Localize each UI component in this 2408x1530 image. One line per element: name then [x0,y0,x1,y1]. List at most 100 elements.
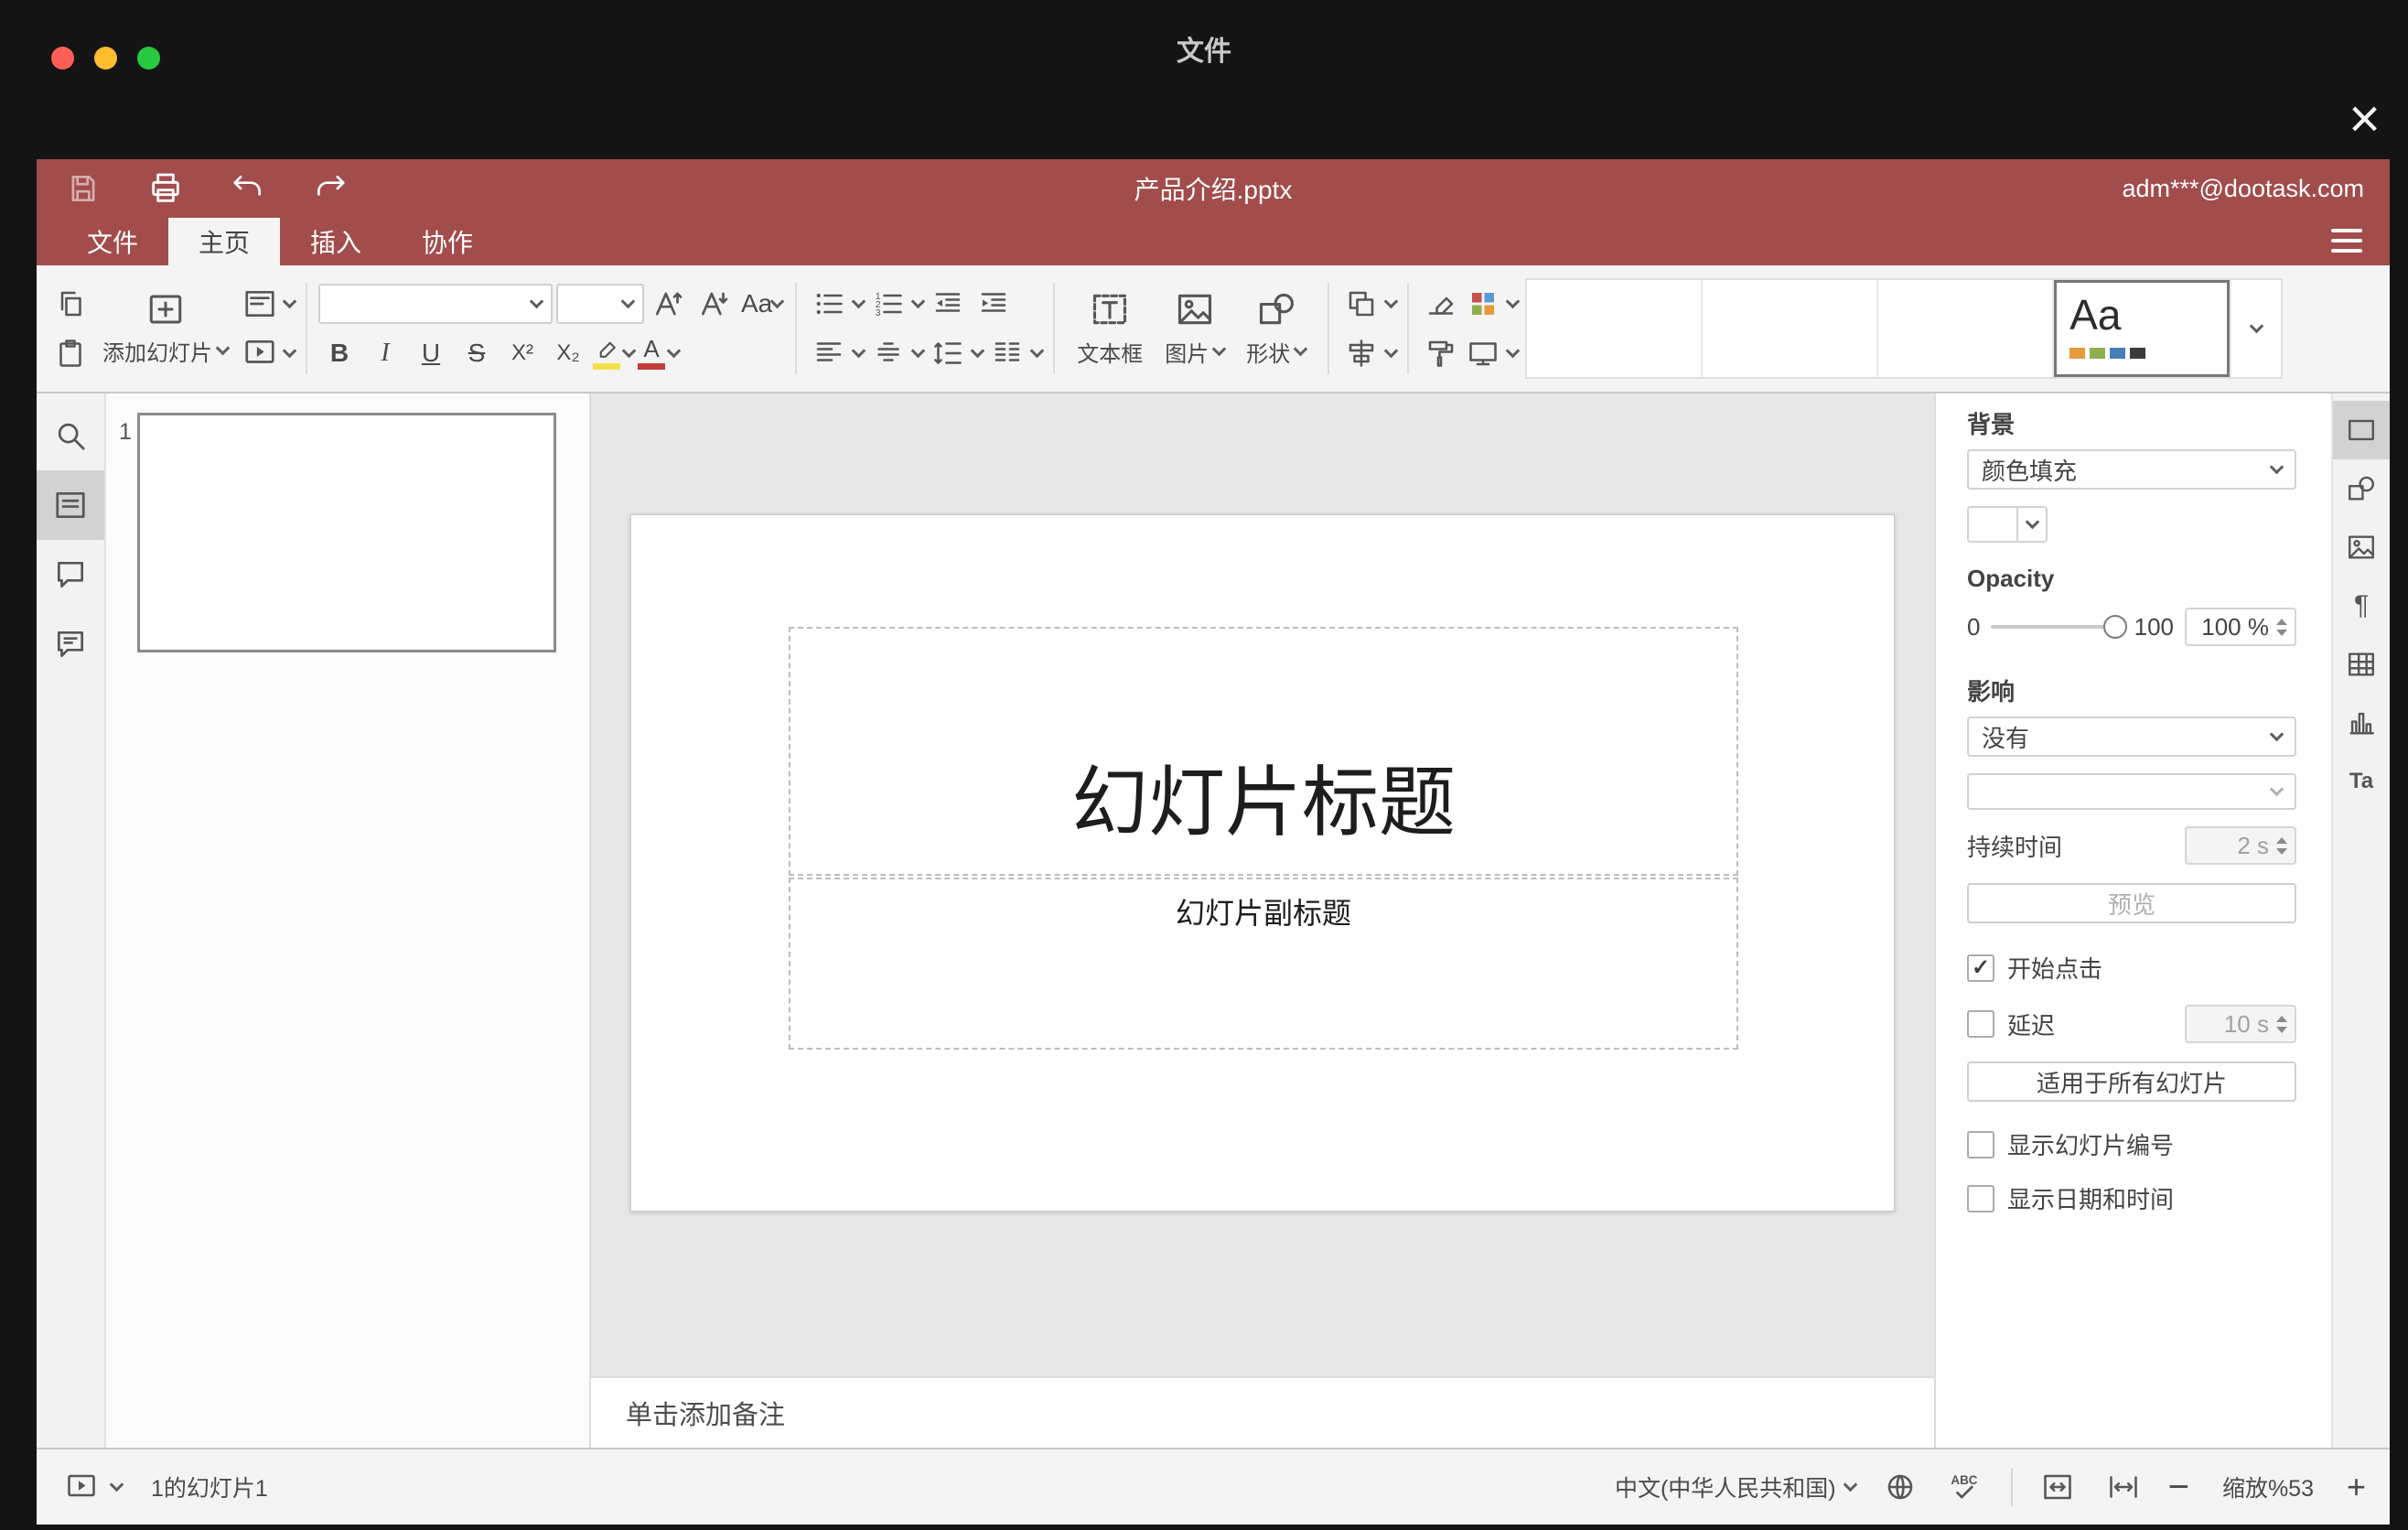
font-size-select[interactable] [556,284,644,324]
superscript-button[interactable]: X² [501,332,543,374]
increase-indent-button[interactable] [973,283,1015,325]
strikethrough-button[interactable]: S [456,332,498,374]
zoom-window-button[interactable] [137,47,160,70]
start-slideshow-statusbar-button[interactable] [60,1466,102,1508]
highlight-color-button[interactable] [593,332,637,374]
minimize-window-button[interactable] [94,47,117,70]
table-settings-button[interactable] [2333,635,2390,694]
chevron-down-icon[interactable] [282,294,297,308]
spinner-arrows[interactable] [2276,836,2287,855]
line-spacing-button[interactable] [927,332,969,374]
chevron-down-icon[interactable] [910,343,926,358]
zoom-in-button[interactable]: + [2347,1471,2366,1503]
copy-button[interactable] [49,283,91,325]
horizontal-align-button[interactable] [808,332,850,374]
transition-select[interactable]: 没有 [1967,717,2296,757]
align-shape-button[interactable] [1340,332,1382,374]
numbering-button[interactable]: 123 [867,283,909,325]
spell-check-icon[interactable]: ABC [1945,1466,1987,1508]
undo-button[interactable] [227,167,269,210]
theme-thumbnail[interactable] [1527,280,1704,377]
clear-style-button[interactable] [1420,283,1462,325]
language-select[interactable]: 中文(中华人民共和国) [1615,1471,1857,1503]
close-window-button[interactable] [51,47,74,70]
chevron-down-icon[interactable] [910,294,926,308]
decrease-indent-button[interactable] [927,283,969,325]
opacity-input[interactable]: 100 % [2185,608,2296,646]
theme-thumbnail[interactable] [1703,280,1879,377]
fill-type-select[interactable]: 颜色填充 [1967,449,2296,490]
font-color-button[interactable]: A [638,332,682,374]
increase-font-size-button[interactable] [648,283,690,325]
columns-button[interactable] [986,332,1028,374]
chevron-down-icon[interactable] [851,294,866,308]
text-art-settings-button[interactable]: Ta [2333,752,2390,811]
tab-file[interactable]: 文件 [57,218,168,265]
theme-gallery-expand-button[interactable] [2230,280,2281,377]
zoom-out-button[interactable]: − [2168,1469,2189,1505]
insert-shape-button[interactable]: 形状 [1235,275,1317,382]
fit-to-slide-button[interactable] [2037,1466,2079,1508]
chevron-down-icon[interactable] [1383,294,1399,308]
paste-button[interactable] [49,332,91,374]
print-button[interactable] [145,167,187,210]
chevron-down-icon[interactable] [1505,294,1521,308]
bold-button[interactable]: B [318,332,360,374]
feedback-button[interactable] [37,609,104,679]
vertical-align-button[interactable] [867,332,909,374]
chevron-down-icon[interactable] [109,1477,124,1492]
subscript-button[interactable]: X₂ [547,332,589,374]
show-date-time-checkbox[interactable] [1967,1184,1994,1212]
spinner-arrows[interactable] [2276,618,2287,636]
color-scheme-button[interactable] [1462,283,1504,325]
subtitle-placeholder[interactable]: 幻灯片副标题 [789,878,1738,1050]
image-settings-button[interactable] [2333,518,2390,576]
slide-settings-button[interactable] [2333,401,2390,459]
chart-settings-button[interactable] [2333,694,2390,752]
transition-option-select[interactable] [1967,773,2296,810]
delay-checkbox[interactable] [1967,1010,1994,1038]
tab-home[interactable]: 主页 [168,218,281,265]
preview-button[interactable]: 预览 [1967,883,2296,923]
chevron-down-icon[interactable] [1029,343,1045,358]
opacity-slider-knob[interactable] [2102,615,2127,639]
tab-insert[interactable]: 插入 [280,218,392,265]
slide-size-button[interactable] [1462,332,1504,374]
decrease-font-size-button[interactable] [693,283,736,325]
search-button[interactable] [37,401,104,470]
opacity-slider[interactable] [1991,615,2127,639]
tab-collaboration[interactable]: 协作 [392,218,503,265]
font-name-select[interactable] [318,284,553,324]
notes-input[interactable]: 单击添加备注 [591,1376,1934,1448]
comments-button[interactable] [37,540,104,609]
slide-thumbnail[interactable] [137,413,556,652]
start-on-click-checkbox[interactable]: ✓ [1967,954,1994,982]
slides-panel-button[interactable] [37,470,104,540]
redo-button[interactable] [309,167,351,210]
add-slide-button[interactable]: 添加幻灯片 [91,275,239,382]
start-slideshow-button[interactable] [239,332,281,374]
theme-thumbnail-selected[interactable]: Aa [2054,280,2231,377]
fit-to-width-button[interactable] [2102,1466,2145,1508]
slide-canvas[interactable]: 幻灯片标题 幻灯片副标题 [591,393,1934,1376]
paragraph-settings-button[interactable]: ¶ [2333,576,2390,635]
chevron-down-icon[interactable] [1505,343,1521,358]
document-language-icon[interactable] [1879,1466,1921,1508]
delay-input[interactable]: 10 s [2185,1005,2296,1043]
copy-style-button[interactable] [1420,332,1462,374]
arrange-shape-button[interactable] [1340,283,1382,325]
save-button[interactable] [62,167,104,210]
fill-color-picker[interactable] [1967,506,2048,543]
slide[interactable]: 幻灯片标题 幻灯片副标题 [630,514,1895,1212]
menu-icon[interactable] [2331,229,2362,253]
chevron-down-icon[interactable] [1383,343,1399,358]
chevron-down-icon[interactable] [851,343,866,358]
slide-layout-button[interactable] [239,283,281,325]
show-slide-number-checkbox[interactable] [1967,1130,1994,1158]
spinner-arrows[interactable] [2276,1015,2287,1033]
apply-to-all-slides-button[interactable]: 适用于所有幻灯片 [1967,1061,2296,1102]
change-case-button[interactable]: Aa [739,283,785,325]
insert-textbox-button[interactable]: 文本框 [1066,275,1154,382]
bullets-button[interactable] [808,283,850,325]
italic-button[interactable]: I [364,332,406,374]
